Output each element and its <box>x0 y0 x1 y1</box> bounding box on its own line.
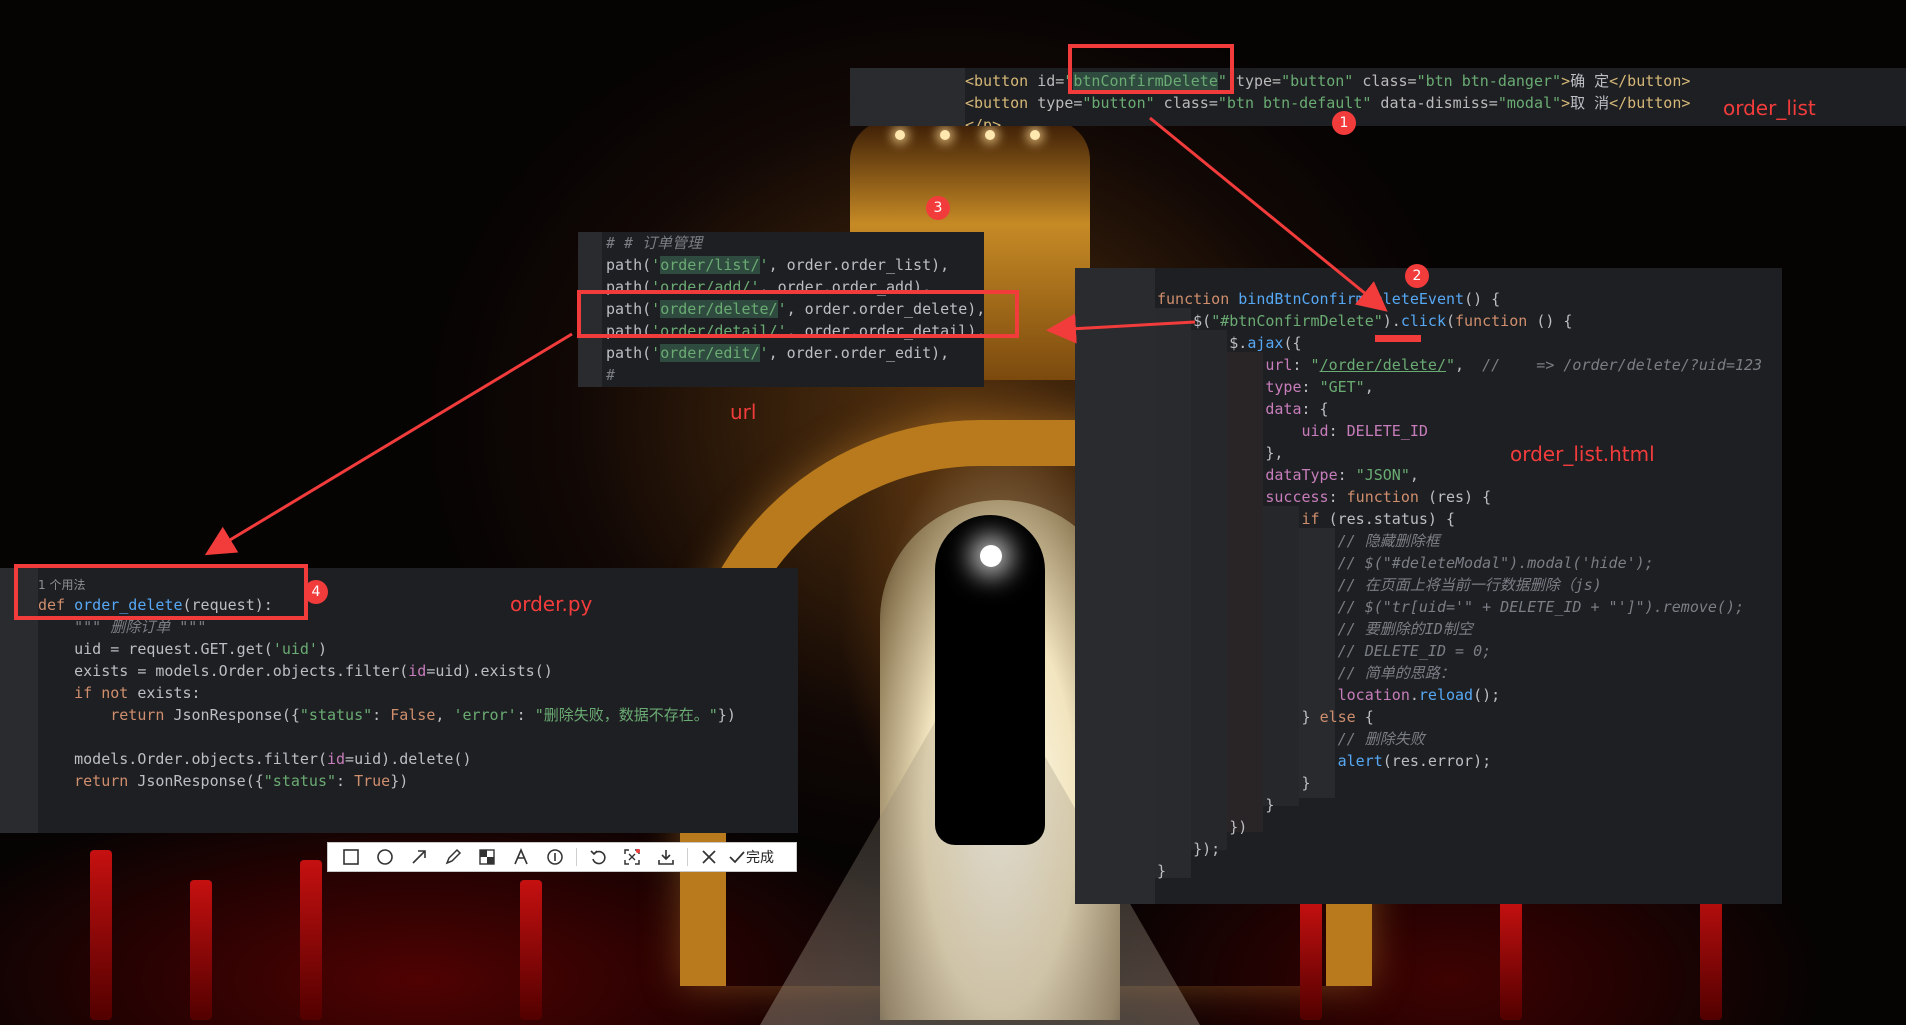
step-badge-2: 2 <box>1405 264 1429 288</box>
undo-icon[interactable] <box>581 843 615 871</box>
rectangle-icon[interactable] <box>334 843 368 871</box>
label-order-py: order.py <box>510 592 593 616</box>
label-url: url <box>730 400 757 424</box>
check-icon <box>729 851 745 864</box>
pencil-icon[interactable] <box>436 843 470 871</box>
save-icon[interactable] <box>649 843 683 871</box>
ocr-icon[interactable] <box>615 843 649 871</box>
arrow-2-to-3 <box>1046 313 1196 344</box>
arrow-3-to-4 <box>204 332 573 556</box>
step-badge-3: 3 <box>926 196 950 220</box>
arrow-icon[interactable] <box>402 843 436 871</box>
toolbar-divider <box>576 848 577 866</box>
highlight-box-order-delete-def <box>14 564 308 620</box>
close-icon[interactable] <box>692 843 726 871</box>
label-order-list: order_list <box>1723 96 1816 120</box>
ellipse-icon[interactable] <box>368 843 402 871</box>
annotation-arrows <box>204 116 1388 556</box>
done-label: 完成 <box>746 850 774 866</box>
screenshot-toolbar: 完成 <box>327 842 797 872</box>
highlight-box-order-delete-url <box>577 290 1019 338</box>
toolbar-divider <box>687 848 688 866</box>
underline-mark <box>1375 335 1421 342</box>
arrow-1-to-2 <box>1149 116 1388 312</box>
numbered-marker-icon[interactable] <box>538 843 572 871</box>
step-badge-4: 4 <box>304 580 328 604</box>
highlight-box-btnconfirmdelete <box>1068 44 1234 94</box>
mosaic-icon[interactable] <box>470 843 504 871</box>
text-icon[interactable] <box>504 843 538 871</box>
done-button[interactable]: 完成 <box>728 847 774 867</box>
label-order-list-html: order_list.html <box>1510 442 1655 466</box>
step-badge-1: 1 <box>1332 111 1356 135</box>
